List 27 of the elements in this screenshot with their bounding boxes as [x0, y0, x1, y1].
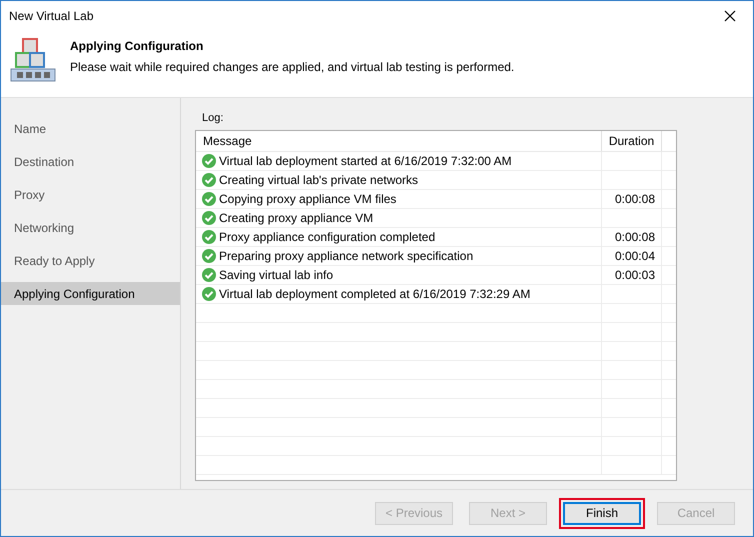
sidebar-item[interactable]: Networking: [1, 216, 180, 239]
dialog-button[interactable]: Finish: [563, 502, 641, 524]
header-description: Please wait while required changes are applied, and virtual lab testing is performed.: [70, 59, 514, 76]
header-title: Applying Configuration: [70, 38, 204, 55]
log-message: Proxy appliance configuration completed: [219, 228, 436, 246]
log-duration: 0:00:08: [614, 190, 655, 208]
sidebar-item[interactable]: Ready to Apply: [1, 249, 180, 272]
log-message: Creating virtual lab's private networks: [219, 172, 418, 188]
sidebar-item[interactable]: Proxy: [1, 183, 180, 206]
log-duration: 0:00:03: [614, 266, 655, 284]
column-header[interactable]: Duration: [602, 130, 662, 150]
log-duration: 0:00:04: [614, 248, 655, 264]
log-message: Creating proxy appliance VM: [219, 210, 374, 226]
log-message: Saving virtual lab info: [219, 266, 334, 284]
sidebar-item[interactable]: Name: [1, 117, 180, 140]
window-title: New Virtual Lab: [9, 8, 94, 25]
close-icon: [724, 10, 736, 22]
column-header[interactable]: Message: [196, 130, 602, 150]
sidebar-item[interactable]: Applying Configuration: [1, 282, 180, 305]
sidebar-item[interactable]: Destination: [1, 150, 180, 173]
log-message: Virtual lab deployment completed at 6/16/2019 7:32:29 AM: [219, 286, 530, 302]
log-duration: 0:00:08: [614, 228, 655, 246]
log-message: Preparing proxy appliance network specification: [219, 248, 474, 264]
virtual-lab-icon: [10, 37, 56, 83]
log-message: Virtual lab deployment started at 6/16/2019 7:32:00 AM: [219, 152, 512, 170]
log-message: Copying proxy appliance VM files: [219, 190, 396, 208]
log-label: Log:: [201, 111, 224, 126]
